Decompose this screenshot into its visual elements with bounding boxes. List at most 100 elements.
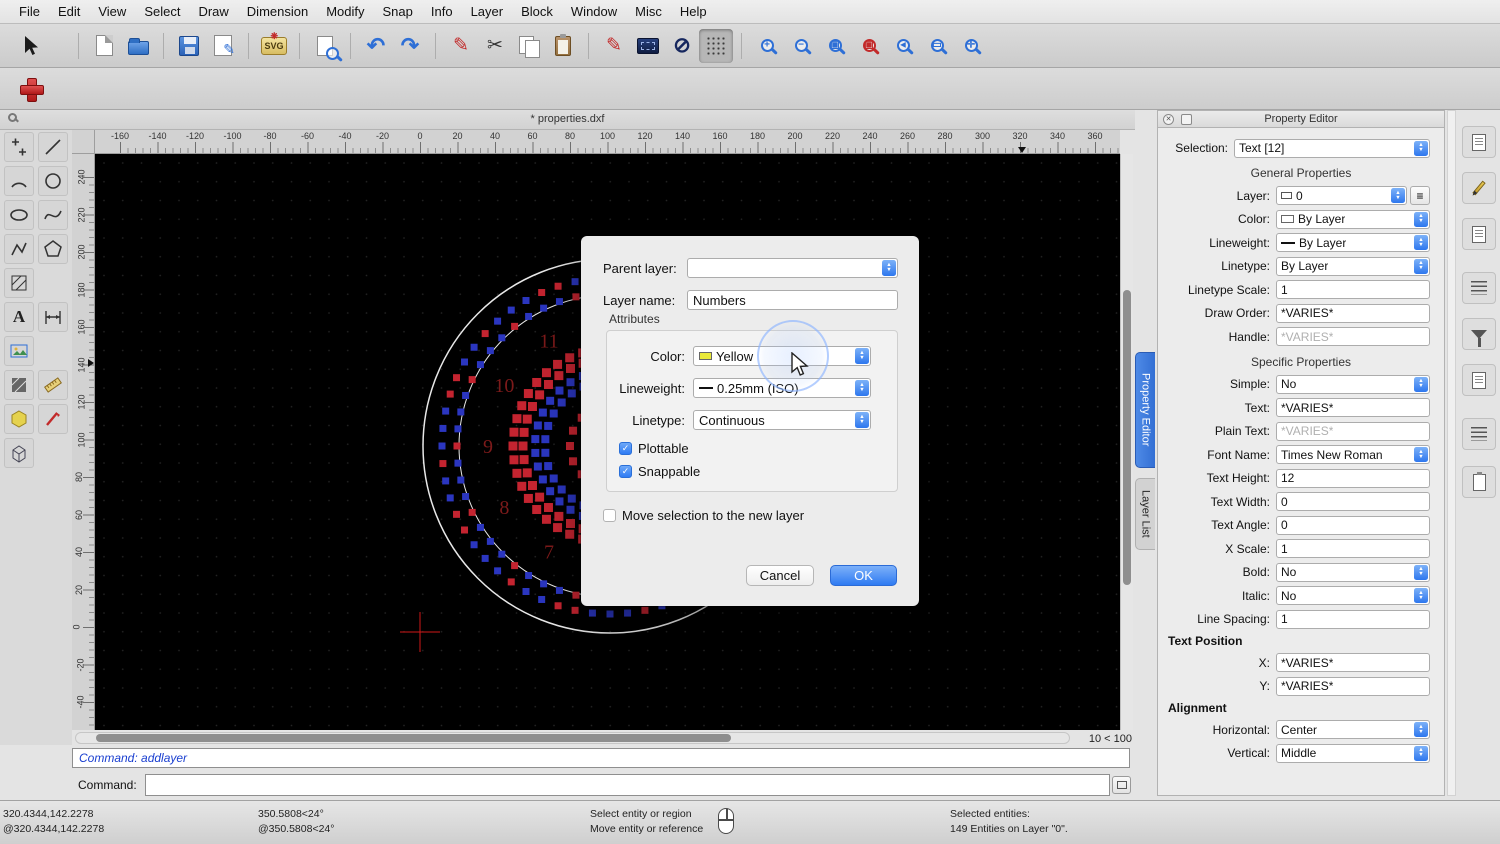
dialog-color-dropdown[interactable]: Yellow ▲ ▼ [693, 346, 871, 366]
dialog-lineweight-dropdown[interactable]: 0.25mm (ISO) ▲ ▼ [693, 378, 871, 398]
v-scroll-thumb[interactable] [1123, 290, 1131, 585]
hatch-tool-button[interactable] [4, 268, 34, 298]
pointer-tool-button[interactable] [14, 29, 48, 63]
line-spacing-input[interactable]: 1 [1276, 609, 1430, 629]
grid-toggle-button[interactable] [699, 28, 733, 63]
spline-tool-button[interactable] [38, 200, 68, 230]
position-x-input[interactable]: *VARIES* [1276, 653, 1430, 673]
pan-button[interactable]: ✛ [954, 29, 988, 63]
layer-dropdown[interactable]: 0 ▲ ▼ [1276, 186, 1407, 206]
ellipse-tool-button[interactable] [4, 200, 34, 230]
layer-name-input[interactable]: Numbers [687, 290, 898, 310]
circle-tool-button[interactable] [38, 166, 68, 196]
previous-view-button[interactable]: ◂ [886, 29, 920, 63]
draw-order-input[interactable]: *VARIES* [1276, 303, 1430, 323]
canvas-horizontal-scrollbar[interactable] [75, 732, 1070, 744]
layer-list-panel-button[interactable] [1462, 172, 1496, 204]
paste-button[interactable] [546, 29, 580, 63]
solid-3d-tool-button[interactable] [4, 438, 34, 468]
text-height-input[interactable]: 12 [1276, 468, 1430, 488]
dimension-tool-button[interactable] [38, 302, 68, 332]
h-scroll-thumb[interactable] [96, 734, 731, 742]
move-selection-checkbox[interactable] [603, 508, 616, 522]
cut-button[interactable]: ✂ [478, 29, 512, 63]
font-name-dropdown[interactable]: Times New Roman ▲ ▼ [1276, 445, 1430, 465]
menu-item-help[interactable]: Help [671, 4, 716, 19]
linetype-scale-input[interactable]: 1 [1276, 280, 1430, 300]
solid-fill-tool-button[interactable] [4, 370, 34, 400]
menu-item-block[interactable]: Block [512, 4, 562, 19]
undo-button[interactable]: ↶ [359, 29, 393, 63]
shape-tool-button[interactable] [4, 404, 34, 434]
zoom-in-button[interactable]: + [750, 29, 784, 63]
menu-item-snap[interactable]: Snap [374, 4, 422, 19]
menu-item-info[interactable]: Info [422, 4, 462, 19]
svg-export-button[interactable]: SVG [257, 29, 291, 63]
zoom-out-button[interactable]: − [784, 29, 818, 63]
polygon-tool-button[interactable] [38, 234, 68, 264]
menu-item-edit[interactable]: Edit [49, 4, 89, 19]
copy-button[interactable] [512, 29, 546, 63]
property-painter-button[interactable]: ✎ [597, 29, 631, 63]
tab-property-editor[interactable]: Property Editor [1135, 352, 1155, 468]
command-history[interactable]: Command: addlayer [72, 748, 1130, 768]
menu-item-misc[interactable]: Misc [626, 4, 671, 19]
window-zoom-button[interactable]: ▭ [920, 29, 954, 63]
block-list-panel-button[interactable] [1462, 218, 1496, 250]
menu-item-view[interactable]: View [89, 4, 135, 19]
snappable-checkbox[interactable]: ✓ [619, 464, 632, 478]
menu-item-draw[interactable]: Draw [189, 4, 237, 19]
deselect-all-button[interactable]: ⊘ [665, 29, 699, 63]
lineweight-dropdown[interactable]: By Layer ▲ ▼ [1276, 233, 1430, 253]
dialog-linetype-dropdown[interactable]: Continuous ▲ ▼ [693, 410, 871, 430]
point-tool-button[interactable] [4, 132, 34, 162]
plottable-checkbox[interactable]: ✓ [619, 441, 632, 455]
menu-item-window[interactable]: Window [562, 4, 626, 19]
open-file-button[interactable] [121, 29, 155, 63]
text-input[interactable]: *VARIES* [1276, 398, 1430, 418]
command-line-panel-button[interactable] [1462, 418, 1496, 450]
menu-item-layer[interactable]: Layer [462, 4, 513, 19]
x-scale-input[interactable]: 1 [1276, 539, 1430, 559]
cancel-button[interactable]: Cancel [746, 565, 814, 586]
tab-layer-list[interactable]: Layer List [1135, 478, 1155, 550]
ok-button[interactable]: OK [830, 565, 897, 586]
horizontal-dropdown[interactable]: Center ▲ ▼ [1276, 720, 1430, 740]
command-input[interactable] [145, 774, 1110, 796]
menu-item-dimension[interactable]: Dimension [238, 4, 317, 19]
measure-tool-button[interactable] [38, 370, 68, 400]
text-width-input[interactable]: 0 [1276, 492, 1430, 512]
arc-tool-button[interactable] [4, 166, 34, 196]
polyline-tool-button[interactable] [4, 234, 34, 264]
auto-zoom-button[interactable]: ▣ [818, 29, 852, 63]
linetype-dropdown[interactable]: By Layer ▲ ▼ [1276, 256, 1430, 276]
position-y-input[interactable]: *VARIES* [1276, 676, 1430, 696]
bold-dropdown[interactable]: No ▲ ▼ [1276, 562, 1430, 582]
vertical-dropdown[interactable]: Middle ▲ ▼ [1276, 743, 1430, 763]
clipboard-panel-button[interactable] [1462, 466, 1496, 498]
image-tool-button[interactable] [4, 336, 34, 366]
select-all-button[interactable] [631, 29, 665, 63]
layer-menu-button[interactable]: ≡ [1410, 186, 1430, 206]
property-editor-panel-button[interactable] [1462, 126, 1496, 158]
menu-item-select[interactable]: Select [135, 4, 189, 19]
add-block-button[interactable] [14, 72, 48, 106]
color-dropdown[interactable]: By Layer ▲ ▼ [1276, 209, 1430, 229]
zoom-selection-button[interactable]: ▣ [852, 29, 886, 63]
text-tool-button[interactable]: A [4, 302, 34, 332]
line-tool-button[interactable] [38, 132, 68, 162]
plain-text-input[interactable]: *VARIES* [1276, 421, 1430, 441]
parent-layer-dropdown[interactable]: ▲ ▼ [687, 258, 898, 278]
dock-scrollbar[interactable] [1447, 110, 1456, 796]
library-browser-button[interactable] [1462, 364, 1496, 396]
command-options-button[interactable] [1112, 776, 1131, 794]
new-file-button[interactable] [87, 29, 121, 63]
menu-item-modify[interactable]: Modify [317, 4, 373, 19]
view-list-panel-button[interactable] [1462, 272, 1496, 304]
italic-dropdown[interactable]: No ▲ ▼ [1276, 586, 1430, 606]
selection-dropdown[interactable]: Text [12] ▲ ▼ [1234, 138, 1430, 158]
save-button[interactable] [172, 29, 206, 63]
canvas-vertical-scrollbar[interactable] [1120, 154, 1133, 730]
modify-tool-button[interactable] [38, 404, 68, 434]
redo-button[interactable]: ↷ [393, 29, 427, 63]
